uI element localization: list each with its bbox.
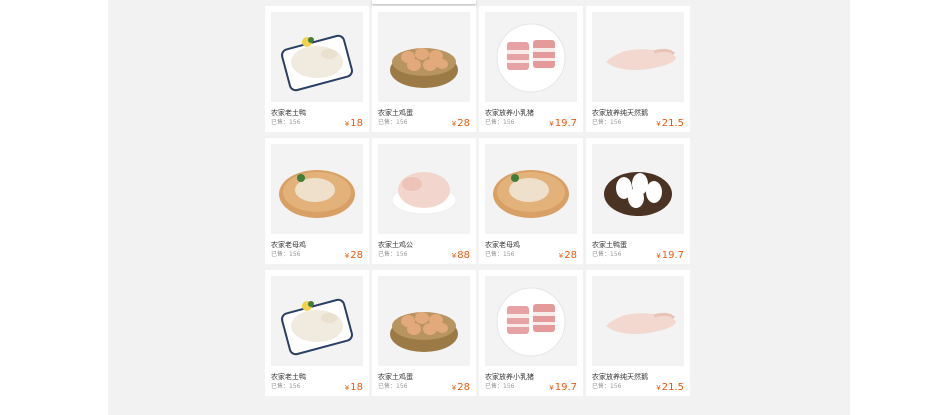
pork-plate-icon	[485, 276, 577, 366]
product-card[interactable]: 农家放养小乳猪 已售：156 ¥19.7	[479, 6, 583, 132]
currency-symbol: ¥	[344, 120, 350, 128]
raw-chicken-plate-icon	[378, 144, 470, 234]
product-name: 农家老母鸡	[271, 241, 306, 249]
currency-symbol: ¥	[451, 120, 457, 128]
price-value: 19.7	[554, 382, 577, 393]
currency-symbol: ¥	[656, 252, 661, 260]
egg-basket-icon	[378, 276, 470, 366]
product-name: 农家老母鸡	[485, 241, 520, 249]
raw-goose-icon	[592, 12, 684, 102]
price-value: 18	[350, 118, 363, 129]
price-value: 21.5	[661, 118, 684, 129]
product-card[interactable]: 农家老土鸭 已售：156 ¥18	[265, 6, 369, 132]
product-name: 农家土鸡蛋	[378, 373, 413, 381]
price-value: 88	[457, 250, 470, 261]
chicken-board-icon	[271, 144, 363, 234]
product-price: ¥19.7	[656, 250, 684, 262]
price-value: 19.7	[661, 250, 684, 261]
product-card[interactable]: 农家土鸡蛋 已售：156 ¥28	[372, 6, 476, 132]
chicken-board-icon	[485, 144, 577, 234]
currency-symbol: ¥	[656, 384, 661, 392]
product-price: ¥19.7	[549, 382, 577, 394]
product-price: ¥18	[345, 118, 363, 130]
product-card[interactable]: 农家土鸭蛋 已售：156 ¥19.7	[586, 138, 690, 264]
price-value: 28	[457, 118, 470, 129]
product-name: 农家土鸡公	[378, 241, 413, 249]
product-price: ¥28	[452, 118, 470, 130]
product-card[interactable]: 农家土鸡公 已售：156 ¥88	[372, 138, 476, 264]
duck-egg-basket-icon	[592, 144, 684, 234]
price-value: 21.5	[661, 382, 684, 393]
currency-symbol: ¥	[344, 252, 350, 260]
product-price: ¥21.5	[656, 118, 684, 130]
price-value: 28	[350, 250, 363, 261]
egg-basket-icon	[378, 12, 470, 102]
header-shadow	[372, 0, 476, 4]
pork-plate-icon	[485, 12, 577, 102]
product-card[interactable]: 农家土鸡蛋 已售：156 ¥28	[372, 270, 476, 396]
product-card[interactable]: 农家老母鸡 已售：156 ¥28	[479, 138, 583, 264]
product-name: 农家放养纯天然鹅	[592, 373, 648, 381]
currency-symbol: ¥	[451, 384, 457, 392]
product-name: 农家土鸭蛋	[592, 241, 627, 249]
product-price: ¥18	[345, 382, 363, 394]
price-value: 28	[457, 382, 470, 393]
price-value: 19.7	[554, 118, 577, 129]
product-name: 农家老土鸭	[271, 109, 306, 117]
currency-symbol: ¥	[549, 384, 554, 392]
product-name: 农家放养小乳猪	[485, 373, 534, 381]
roast-duck-tray-icon	[271, 276, 363, 366]
product-price: ¥28	[452, 382, 470, 394]
product-price: ¥21.5	[656, 382, 684, 394]
product-price: ¥19.7	[549, 118, 577, 130]
currency-symbol: ¥	[558, 252, 564, 260]
product-price: ¥28	[559, 250, 577, 262]
product-name: 农家土鸡蛋	[378, 109, 413, 117]
product-grid: 农家老土鸭 已售：156 ¥18 农家土鸡蛋 已售：156 ¥28 农家放养小乳…	[265, 6, 690, 396]
product-price: ¥28	[345, 250, 363, 262]
product-name: 农家放养纯天然鹅	[592, 109, 648, 117]
product-name: 农家放养小乳猪	[485, 109, 534, 117]
product-price: ¥88	[452, 250, 470, 262]
currency-symbol: ¥	[451, 252, 457, 260]
currency-symbol: ¥	[656, 120, 661, 128]
price-value: 28	[564, 250, 577, 261]
currency-symbol: ¥	[549, 120, 554, 128]
product-card[interactable]: 农家老母鸡 已售：156 ¥28	[265, 138, 369, 264]
roast-duck-tray-icon	[271, 12, 363, 102]
raw-goose-icon	[592, 276, 684, 366]
product-card[interactable]: 农家放养纯天然鹅 已售：156 ¥21.5	[586, 270, 690, 396]
currency-symbol: ¥	[344, 384, 350, 392]
product-card[interactable]: 农家放养纯天然鹅 已售：156 ¥21.5	[586, 6, 690, 132]
product-card[interactable]: 农家放养小乳猪 已售：156 ¥19.7	[479, 270, 583, 396]
product-name: 农家老土鸭	[271, 373, 306, 381]
product-card[interactable]: 农家老土鸭 已售：156 ¥18	[265, 270, 369, 396]
price-value: 18	[350, 382, 363, 393]
